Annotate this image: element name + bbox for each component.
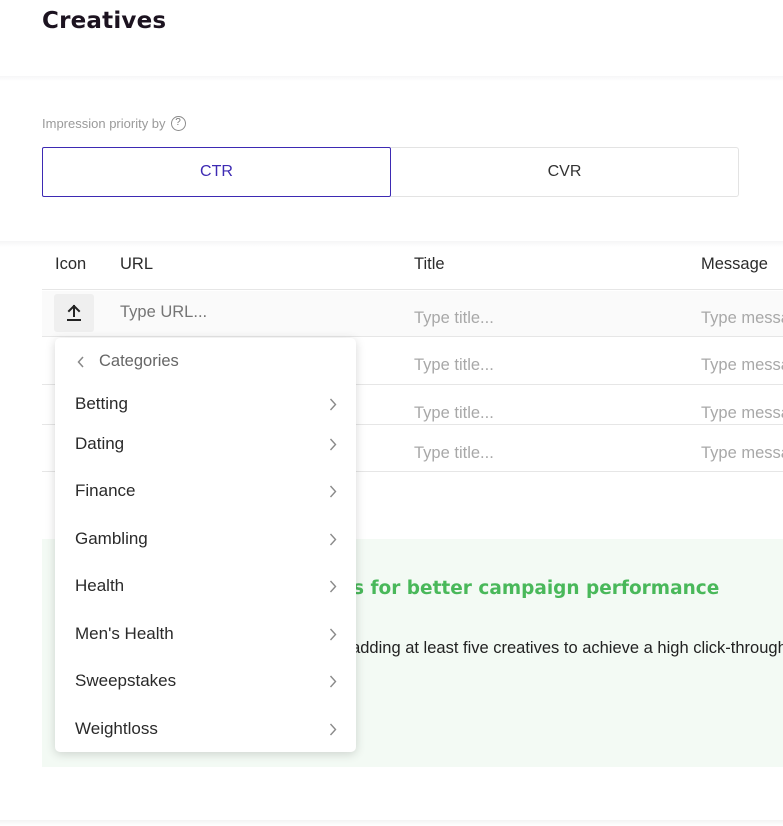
chevron-right-icon (328, 722, 338, 736)
impression-priority-toggle: CTR CVR (42, 147, 739, 197)
categories-header-label: Categories (99, 352, 179, 370)
title-input[interactable]: Type title... (414, 404, 654, 423)
url-input[interactable] (120, 303, 380, 322)
category-item-sweepstakes[interactable]: Sweepstakes (55, 663, 356, 699)
title-input[interactable]: Type title... (414, 444, 654, 463)
table-divider (42, 289, 783, 290)
chevron-right-icon (328, 674, 338, 688)
chevron-left-icon (77, 355, 84, 368)
column-header-icon: Icon (55, 255, 87, 273)
category-item-mens-health[interactable]: Men's Health (55, 616, 356, 652)
impression-priority-label: Impression priority by ? (42, 116, 186, 131)
table-header-band (0, 241, 783, 247)
column-header-title: Title (414, 255, 445, 273)
chevron-right-icon (328, 397, 338, 411)
category-item-betting[interactable]: Betting (55, 386, 356, 422)
title-input[interactable]: Type title... (414, 309, 654, 328)
table-divider (42, 336, 783, 337)
categories-back-button[interactable]: Categories (77, 352, 179, 371)
chevron-right-icon (328, 437, 338, 451)
help-circle-icon[interactable]: ? (170, 116, 186, 131)
chevron-right-icon (328, 532, 338, 546)
title-input[interactable]: Type title... (414, 356, 654, 375)
upload-icon (67, 304, 81, 321)
ctr-option[interactable]: CTR (42, 147, 391, 197)
chevron-right-icon (328, 627, 338, 641)
upload-icon-button[interactable] (54, 294, 94, 332)
category-item-label: Gambling (75, 529, 148, 548)
category-item-label: Weightloss (75, 719, 158, 738)
column-header-url: URL (120, 255, 154, 273)
category-item-label: Dating (75, 434, 125, 453)
message-input[interactable]: Type message... (701, 444, 783, 463)
category-item-label: Betting (75, 394, 128, 413)
impression-priority-text: Impression priority by (42, 116, 166, 131)
message-input[interactable]: Type message... (701, 356, 783, 375)
category-item-label: Sweepstakes (75, 671, 177, 690)
page-title: Creatives (42, 8, 167, 34)
category-item-gambling[interactable]: Gambling (55, 521, 356, 557)
footer-divider (0, 820, 783, 826)
category-item-finance[interactable]: Finance (55, 473, 356, 509)
category-item-weightloss[interactable]: Weightloss (55, 711, 356, 747)
message-input[interactable]: Type message... (701, 404, 783, 423)
column-header-message: Message (701, 255, 768, 273)
chevron-right-icon (328, 579, 338, 593)
header-divider (0, 76, 783, 81)
category-item-label: Finance (75, 481, 136, 500)
chevron-right-icon (328, 484, 338, 498)
cvr-option[interactable]: CVR (391, 147, 739, 197)
category-dropdown: Categories Betting Dating Finance Gambli… (55, 338, 356, 752)
category-item-label: Men's Health (75, 624, 174, 643)
message-input[interactable]: Type message... (701, 309, 783, 328)
category-item-label: Health (75, 576, 125, 595)
category-item-health[interactable]: Health (55, 568, 356, 604)
category-item-dating[interactable]: Dating (55, 426, 356, 462)
